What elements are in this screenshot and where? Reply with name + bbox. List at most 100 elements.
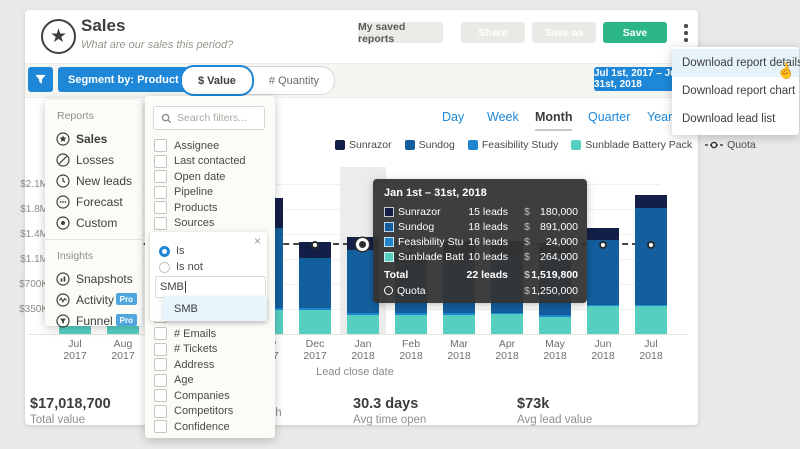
legend-item[interactable]: Sundog [405, 139, 455, 151]
bar-segment-sunblade-battery-pack[interactable] [539, 317, 571, 334]
y-axis-label: $1.4M [16, 229, 48, 240]
filter-checkbox-pipeline[interactable]: Pipeline [154, 186, 213, 199]
save-as-button[interactable]: Save as [532, 22, 596, 43]
bar-segment-sunrazor[interactable] [635, 195, 667, 208]
bar-segment-sunblade-battery-pack[interactable] [491, 314, 523, 334]
tooltip-total-leads: 22 leads [464, 269, 508, 281]
bar-segment-sunblade-battery-pack[interactable] [347, 315, 379, 334]
legend-item-quota[interactable]: Quota [705, 139, 756, 151]
clock-icon [56, 174, 70, 188]
bar-segment-sundog[interactable] [299, 258, 331, 308]
filter-checkbox-open-date[interactable]: Open date [154, 170, 225, 183]
sidebar-item-sales[interactable]: Sales [45, 128, 142, 149]
bar-segment-feasibility-study[interactable] [443, 313, 475, 315]
filter-checkbox-sources[interactable]: Sources [154, 217, 214, 230]
bar-segment-sunblade-battery-pack[interactable] [299, 310, 331, 334]
bar-segment-feasibility-study[interactable] [491, 313, 523, 315]
bar-segment-sunblade-battery-pack[interactable] [587, 305, 619, 334]
filter-checkbox-competitors[interactable]: Competitors [154, 405, 233, 418]
bar-segment-feasibility-study[interactable] [395, 313, 427, 314]
value-toggle-button[interactable]: $ Value [180, 65, 254, 96]
tooltip-currency: $ [508, 221, 530, 233]
search-filters-input[interactable]: Search filters... [153, 106, 265, 130]
sidebar-item-label: Losses [76, 153, 114, 167]
sidebar-item-funnel[interactable]: FunnelPro [45, 310, 142, 331]
stat-value: $17,018,700 [30, 396, 111, 412]
is-not-radio[interactable]: Is not [159, 261, 203, 273]
tooltip-series-name: Sundog [398, 221, 464, 233]
tooltip-currency: $ [508, 236, 530, 248]
sidebar-item-activity[interactable]: ActivityPro [45, 289, 142, 310]
bar-segment-sunrazor[interactable] [587, 228, 619, 240]
x-axis-line [28, 334, 688, 335]
bar-segment-sunblade-battery-pack[interactable] [395, 315, 427, 334]
filter-checkbox-products[interactable]: Products [154, 201, 217, 214]
bar-segment-sundog[interactable] [635, 208, 667, 305]
stat-label: Total value [30, 414, 111, 426]
kebab-menu-icon[interactable] [681, 24, 691, 42]
x-axis-title: Lead close date [280, 366, 430, 378]
x-axis-label: Dec2017 [291, 338, 339, 362]
bar-segment-feasibility-study[interactable] [299, 308, 331, 310]
target-icon [56, 216, 70, 230]
sidebar-item-snapshots[interactable]: Snapshots [45, 268, 142, 289]
x-axis-label: Mar2018 [435, 338, 483, 362]
tab-week[interactable]: Week [487, 110, 519, 129]
filter-checkbox-last-contacted[interactable]: Last contacted [154, 155, 246, 168]
bar-segment-feasibility-study[interactable] [587, 305, 619, 306]
bar-segment-feasibility-study[interactable] [635, 305, 667, 306]
filter-checkbox--tickets[interactable]: # Tickets [154, 343, 217, 356]
filter-panel: Search filters... Assignee Last contacted… [145, 96, 275, 438]
bar-segment-sunblade-battery-pack[interactable] [443, 315, 475, 334]
tag-value-input[interactable]: SMB [155, 276, 266, 298]
funnel-icon [34, 73, 47, 86]
legend-label: Quota [727, 139, 756, 151]
filter-checkbox-assignee[interactable]: Assignee [154, 139, 219, 152]
legend-item[interactable]: Sunblade Battery Pack [571, 139, 692, 151]
stat-label: Avg lead value [517, 414, 592, 426]
tooltip-series-name: Sunblade Battery Pack [398, 251, 464, 263]
bar-segment-sundog[interactable] [587, 240, 619, 304]
sidebar-item-forecast[interactable]: Forecast [45, 191, 142, 212]
filter-checkbox-address[interactable]: Address [154, 358, 214, 371]
quota-marker-icon [705, 141, 723, 149]
sidebar-item-new-leads[interactable]: New leads [45, 170, 142, 191]
filter-checkbox-age[interactable]: Age [154, 374, 194, 387]
my-saved-reports-button[interactable]: My saved reports [358, 22, 443, 43]
share-button[interactable]: Share [461, 22, 525, 43]
bar-segment-feasibility-study[interactable] [347, 313, 379, 315]
filter-label: Assignee [174, 140, 219, 152]
legend-item[interactable]: Sunrazor [335, 139, 392, 151]
stat-avg-lead-value: $73k Avg lead value [517, 396, 592, 426]
quota-marker [356, 238, 369, 251]
quota-circle-icon [384, 286, 393, 295]
tab-day[interactable]: Day [442, 110, 464, 129]
save-button[interactable]: Save [603, 22, 667, 43]
tooltip-leads: 15 leads [464, 206, 508, 218]
filter-toggle-button[interactable] [28, 67, 53, 92]
chart-tooltip: Jan 1st – 31st, 2018 Sunrazor15 leads$18… [373, 179, 587, 303]
legend-item[interactable]: Feasibility Study [468, 139, 558, 151]
tag-suggestion-item[interactable]: SMB [163, 296, 267, 321]
tab-month[interactable]: Month [535, 110, 572, 131]
tab-quarter[interactable]: Quarter [588, 110, 630, 129]
tab-year[interactable]: Year [647, 110, 672, 129]
sidebar-item-custom[interactable]: Custom [45, 212, 142, 233]
y-axis-label: $350K [16, 304, 48, 315]
bar-segment-feasibility-study[interactable] [539, 315, 571, 317]
star-icon [56, 132, 70, 146]
filter-checkbox--emails[interactable]: # Emails [154, 327, 216, 340]
quota-marker [599, 241, 607, 249]
sidebar-item-losses[interactable]: Losses [45, 149, 142, 170]
filter-checkbox-companies[interactable]: Companies [154, 389, 230, 402]
bar-segment-sunblade-battery-pack[interactable] [635, 305, 667, 334]
is-radio[interactable]: Is [159, 245, 185, 257]
stat-total-value: $17,018,700 Total value [30, 396, 111, 426]
tooltip-currency: $ [508, 269, 530, 281]
close-icon[interactable]: × [254, 234, 261, 248]
menu-item-download-lead-list[interactable]: Download lead list [672, 105, 799, 133]
checkbox-icon [154, 420, 167, 433]
download-menu: Download report detailsDownload report c… [672, 47, 799, 135]
filter-checkbox-confidence[interactable]: Confidence [154, 420, 230, 433]
quantity-toggle-button[interactable]: # Quantity [254, 75, 334, 87]
